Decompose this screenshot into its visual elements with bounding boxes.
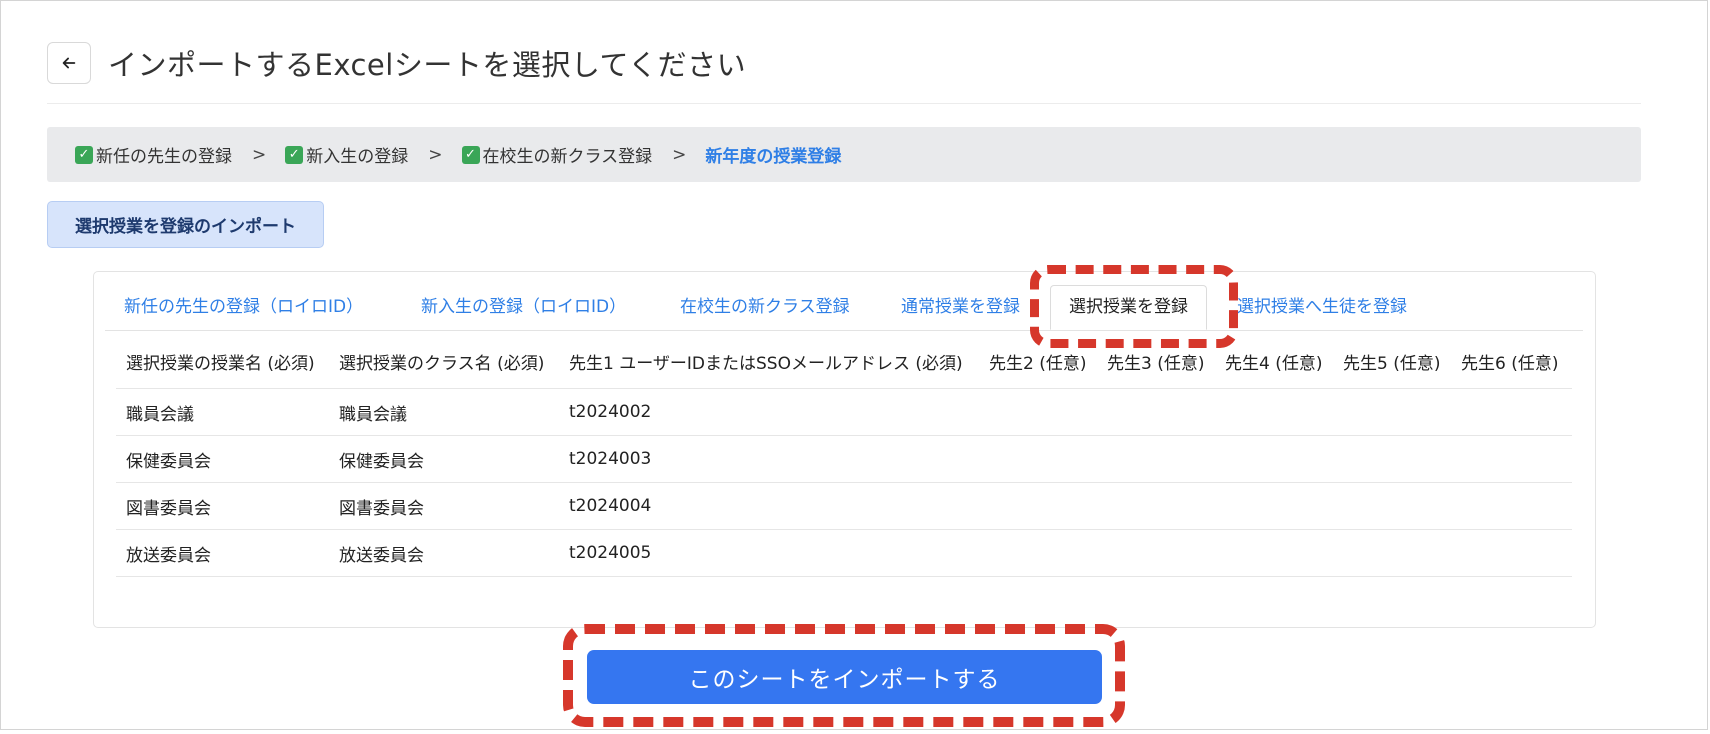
table-cell (1097, 388, 1215, 436)
table-cell: 放送委員会 (329, 529, 559, 577)
breadcrumb-step-3[interactable]: ✓ 在校生の新クラス登録 (461, 142, 653, 167)
breadcrumb-label: 新入生の登録 (306, 147, 409, 167)
sheet-tabs: 新任の先生の登録（ロイロID） 新入生の登録（ロイロID） 在校生の新クラス登録… (105, 285, 1583, 331)
table-cell (979, 388, 1097, 436)
import-type-button[interactable]: 選択授業を登録のインポート (47, 201, 324, 248)
tab-elective-classes[interactable]: 選択授業を登録 (1050, 285, 1207, 330)
check-icon: ✓ (461, 145, 480, 164)
table-cell (1451, 435, 1572, 483)
table-cell: 職員会議 (329, 388, 559, 436)
column-header: 選択授業の授業名 (必須) (126, 354, 315, 374)
breadcrumb-label: 在校生の新クラス登録 (482, 147, 653, 167)
table-cell (1097, 529, 1215, 577)
breadcrumb-separator: > (252, 144, 267, 165)
tab-new-teachers[interactable]: 新任の先生の登録（ロイロID） (124, 285, 363, 330)
tab-regular-classes[interactable]: 通常授業を登録 (901, 285, 1020, 330)
page-title: インポートするExcelシートを選択してください (108, 48, 747, 82)
page-header: インポートするExcelシートを選択してください (47, 40, 746, 86)
breadcrumb-step-current: 新年度の授業登録 (705, 147, 842, 167)
table-cell: t2024005 (559, 529, 979, 577)
check-icon: ✓ (285, 145, 304, 164)
header-divider (47, 103, 1641, 104)
table-cell (1451, 529, 1572, 577)
table-cell (1451, 388, 1572, 436)
breadcrumb: ✓ 新任の先生の登録 > ✓ 新入生の登録 > ✓ 在校生の新クラス登録 > 新… (47, 127, 1641, 182)
table-cell (1097, 435, 1215, 483)
table-cell: 図書委員会 (116, 482, 329, 530)
table-cell: t2024004 (559, 482, 979, 530)
table-cell (1215, 529, 1333, 577)
column-header: 先生6 (任意) (1461, 354, 1559, 374)
table-cell: 職員会議 (116, 388, 329, 436)
table-cell (1333, 529, 1451, 577)
table-row: 保健委員会 保健委員会 t2024003 (116, 435, 1572, 483)
table-header-row: 選択授業の授業名 (必須) 選択授業のクラス名 (必須) 先生1 ユーザーIDま… (116, 345, 1572, 389)
column-header: 先生3 (任意) (1107, 354, 1205, 374)
column-header: 先生2 (任意) (989, 354, 1087, 374)
table-cell (1333, 388, 1451, 436)
breadcrumb-separator: > (672, 144, 687, 165)
back-button[interactable] (47, 42, 91, 84)
table-cell: 保健委員会 (329, 435, 559, 483)
table-cell (1097, 482, 1215, 530)
breadcrumb-step-1[interactable]: ✓ 新任の先生の登録 (75, 142, 232, 167)
column-header: 先生4 (任意) (1225, 354, 1323, 374)
table-cell (979, 435, 1097, 483)
tab-new-students[interactable]: 新入生の登録（ロイロID） (421, 285, 626, 330)
table-cell (1215, 482, 1333, 530)
column-header: 先生5 (任意) (1343, 354, 1441, 374)
table-cell (1215, 388, 1333, 436)
table-cell: 図書委員会 (329, 482, 559, 530)
table-cell (979, 482, 1097, 530)
table-row: 図書委員会 図書委員会 t2024004 (116, 482, 1572, 530)
table-cell: 放送委員会 (116, 529, 329, 577)
breadcrumb-step-2[interactable]: ✓ 新入生の登録 (285, 142, 408, 167)
tab-class-assignment[interactable]: 在校生の新クラス登録 (680, 285, 850, 330)
breadcrumb-label: 新任の先生の登録 (96, 147, 232, 167)
table-cell (1451, 482, 1572, 530)
tab-elective-students[interactable]: 選択授業へ生徒を登録 (1237, 285, 1407, 330)
arrow-left-icon (62, 57, 76, 69)
sheet-preview-table: 選択授業の授業名 (必須) 選択授業のクラス名 (必須) 先生1 ユーザーIDま… (116, 345, 1572, 577)
import-sheet-button[interactable]: このシートをインポートする (587, 650, 1102, 704)
check-icon: ✓ (75, 145, 93, 164)
table-row: 放送委員会 放送委員会 t2024005 (116, 529, 1572, 577)
table-cell: t2024003 (559, 435, 979, 483)
table-cell (979, 529, 1097, 577)
table-cell (1333, 482, 1451, 530)
breadcrumb-separator: > (428, 144, 443, 165)
table-row: 職員会議 職員会議 t2024002 (116, 388, 1572, 436)
column-header: 選択授業のクラス名 (必須) (339, 354, 545, 374)
table-cell (1333, 435, 1451, 483)
table-cell: t2024002 (559, 388, 979, 436)
table-cell: 保健委員会 (116, 435, 329, 483)
table-cell (1215, 435, 1333, 483)
column-header: 先生1 ユーザーIDまたはSSOメールアドレス (必須) (569, 354, 963, 374)
